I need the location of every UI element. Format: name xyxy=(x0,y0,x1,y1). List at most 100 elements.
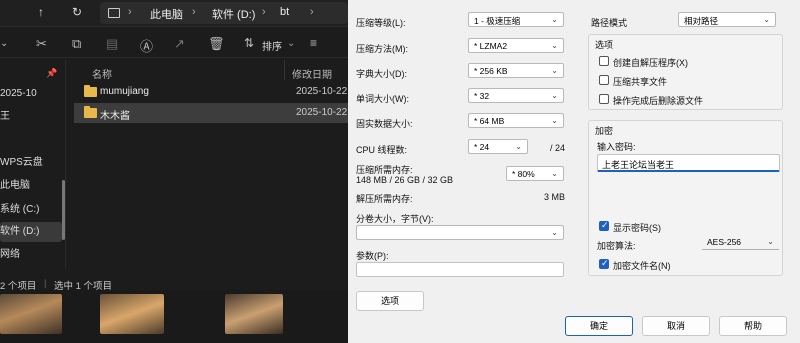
path-mode-label: 路径模式 xyxy=(591,18,628,28)
breadcrumb-drive-d[interactable]: 软件 (D:) xyxy=(212,6,255,22)
sort-button[interactable]: 排序 xyxy=(262,38,282,53)
column-header-modified[interactable]: 修改日期 xyxy=(292,66,332,81)
folder-icon xyxy=(84,106,97,118)
chevron-down-icon: ⌄ xyxy=(551,91,558,100)
memory-usage-select[interactable]: * 80% ⌄ xyxy=(506,166,564,181)
explorer-toolbar: ⌄ ✂ ⧉ ▤ Ⓐ ↗ 🗑 ⇅ 排序 ⌄ ≡ xyxy=(0,30,348,58)
file-date: 2025-10-22 xyxy=(296,107,348,118)
word-size-label: 单词大小(W): xyxy=(356,94,409,104)
new-dropdown-chevron-icon[interactable]: ⌄ xyxy=(0,38,8,49)
sidebar-item-drive-d[interactable]: 软件 (D:) xyxy=(0,222,62,242)
folder-icon xyxy=(84,85,97,97)
monitor-icon xyxy=(108,8,120,18)
pin-icon: 📌 xyxy=(46,68,58,78)
copy-icon[interactable]: ⧉ xyxy=(72,36,81,52)
chevron-right-icon: › xyxy=(262,6,266,18)
table-row[interactable]: 木木酱 2025-10-22 xyxy=(74,103,348,123)
chevron-right-icon: › xyxy=(128,6,132,18)
split-volume-label: 分卷大小，字节(V): xyxy=(356,214,434,224)
rename-icon[interactable]: Ⓐ xyxy=(140,36,153,55)
parameters-input[interactable] xyxy=(356,262,564,277)
chevron-down-icon: ⌄ xyxy=(551,15,558,24)
chevron-down-icon: ⌄ xyxy=(287,38,296,49)
file-explorer-window: ↑ ↻ › 此电脑 › 软件 (D:) › bt › ⌄ ✂ ⧉ ▤ Ⓐ ↗ 🗑… xyxy=(0,0,348,343)
cancel-button[interactable]: 取消 xyxy=(642,316,710,336)
thumbnail-image[interactable] xyxy=(0,294,62,334)
encryption-group: 加密 输入密码: 上老王论坛当老王 显示密码(S) 加密算法: AES-256⌄… xyxy=(588,120,783,276)
delete-after-checkbox[interactable] xyxy=(599,94,609,104)
options-button[interactable]: 选项 xyxy=(356,291,424,311)
sfx-checkbox[interactable] xyxy=(599,56,609,66)
thumbnail-image[interactable] xyxy=(225,294,283,334)
column-header-name[interactable]: 名称 xyxy=(92,66,112,81)
encrypt-filenames-checkbox[interactable] xyxy=(599,258,609,269)
parameters-label: 参数(P): xyxy=(356,251,389,261)
up-icon[interactable]: ↑ xyxy=(38,5,44,19)
add-to-archive-dialog: 压缩等级(L): 1 - 极速压缩 ⌄ 压缩方法(M): * LZMA2 ⌄ 字典大… xyxy=(348,0,800,343)
password-value: 上老王论坛当老王 xyxy=(602,160,675,170)
dictionary-size-label: 字典大小(D): xyxy=(356,69,407,79)
dictionary-size-select[interactable]: * 256 KB ⌄ xyxy=(468,63,564,78)
file-name: mumujiang xyxy=(100,86,149,97)
ok-button[interactable]: 确定 xyxy=(565,316,633,336)
chevron-down-icon: ⌄ xyxy=(551,169,558,178)
chevron-down-icon: ⌄ xyxy=(551,66,558,75)
options-group: 选项 创建自解压程序(X) 压缩共享文件 操作完成后删除源文件 xyxy=(588,34,783,110)
chevron-down-icon: ⌄ xyxy=(551,41,558,50)
explorer-titlebar: ↑ ↻ › 此电脑 › 软件 (D:) › bt › xyxy=(0,0,348,27)
chevron-down-icon: ⌄ xyxy=(551,228,558,237)
share-icon[interactable]: ↗ xyxy=(174,36,185,52)
encryption-method-select[interactable]: AES-256 ⌄ xyxy=(702,235,779,250)
address-bar[interactable]: › 此电脑 › 软件 (D:) › bt › xyxy=(100,2,348,24)
cpu-threads-select[interactable]: * 24 ⌄ xyxy=(468,139,528,154)
navigation-pane: 📌 2025-10 王 WPS云盘 此电脑 系统 (C:) 软件 (D:) 网络 xyxy=(0,60,66,268)
table-row[interactable]: mumujiang 2025-10-22 xyxy=(74,82,348,102)
chevron-down-icon: ⌄ xyxy=(763,15,770,24)
sidebar-scrollbar[interactable] xyxy=(62,180,65,240)
file-name: 木木酱 xyxy=(100,111,130,122)
chevron-down-icon: ⌄ xyxy=(767,237,774,246)
compression-level-label: 压缩等级(L): xyxy=(356,18,406,28)
encrypt-filenames-label[interactable]: 加密文件名(N) xyxy=(613,259,671,272)
refresh-icon[interactable]: ↻ xyxy=(72,5,82,19)
compression-level-select[interactable]: 1 - 极速压缩 ⌄ xyxy=(468,12,564,27)
path-mode-select[interactable]: 相对路径 ⌄ xyxy=(678,12,776,27)
solid-block-size-select[interactable]: * 64 MB ⌄ xyxy=(468,113,564,128)
show-password-label[interactable]: 显示密码(S) xyxy=(613,221,661,234)
split-volume-select[interactable]: ⌄ xyxy=(356,225,564,240)
delete-after-checkbox-label[interactable]: 操作完成后删除源文件 xyxy=(613,94,703,107)
sfx-checkbox-label[interactable]: 创建自解压程序(X) xyxy=(613,56,688,69)
sidebar-item-drive-c[interactable]: 系统 (C:) xyxy=(0,200,62,220)
sidebar-item-network[interactable]: 网络 xyxy=(0,245,62,265)
word-size-select[interactable]: * 32 ⌄ xyxy=(468,88,564,103)
sidebar-item-wps-cloud[interactable]: WPS云盘 xyxy=(0,153,62,173)
thumbnail-image[interactable] xyxy=(100,294,164,334)
sidebar-item-wang[interactable]: 王 xyxy=(0,107,62,127)
shared-files-checkbox[interactable] xyxy=(599,75,609,85)
sidebar-item-2025-10[interactable]: 2025-10 xyxy=(0,84,62,104)
shared-files-checkbox-label[interactable]: 压缩共享文件 xyxy=(613,75,667,88)
thumbnail-strip xyxy=(0,290,348,343)
chevron-down-icon: ⌄ xyxy=(551,116,558,125)
status-bar: 2 个项目 | 选中 1 个项目 xyxy=(0,276,348,292)
compression-method-select[interactable]: * LZMA2 ⌄ xyxy=(468,38,564,53)
password-input[interactable]: 上老王论坛当老王 xyxy=(597,154,780,172)
breadcrumb-this-pc[interactable]: 此电脑 xyxy=(150,6,183,22)
cpu-threads-label: CPU 线程数: xyxy=(356,145,408,155)
show-password-checkbox[interactable] xyxy=(599,220,609,231)
options-group-title: 选项 xyxy=(595,40,614,50)
help-button[interactable]: 帮助 xyxy=(719,316,787,336)
decompression-memory-value: 3 MB xyxy=(544,192,566,202)
password-label: 输入密码: xyxy=(597,142,636,152)
encryption-group-title: 加密 xyxy=(595,126,614,136)
encryption-method-label: 加密算法: xyxy=(597,241,636,251)
cut-icon[interactable]: ✂ xyxy=(36,36,47,52)
sidebar-item-this-pc[interactable]: 此电脑 xyxy=(0,176,62,196)
column-divider xyxy=(284,60,285,80)
solid-block-size-label: 固实数据大小: xyxy=(356,119,413,129)
paste-icon[interactable]: ▤ xyxy=(106,36,118,52)
breadcrumb-bt[interactable]: bt xyxy=(280,6,289,18)
delete-icon[interactable]: 🗑 xyxy=(208,36,225,52)
view-icon[interactable]: ≡ xyxy=(310,36,317,50)
chevron-right-icon: › xyxy=(192,6,196,18)
